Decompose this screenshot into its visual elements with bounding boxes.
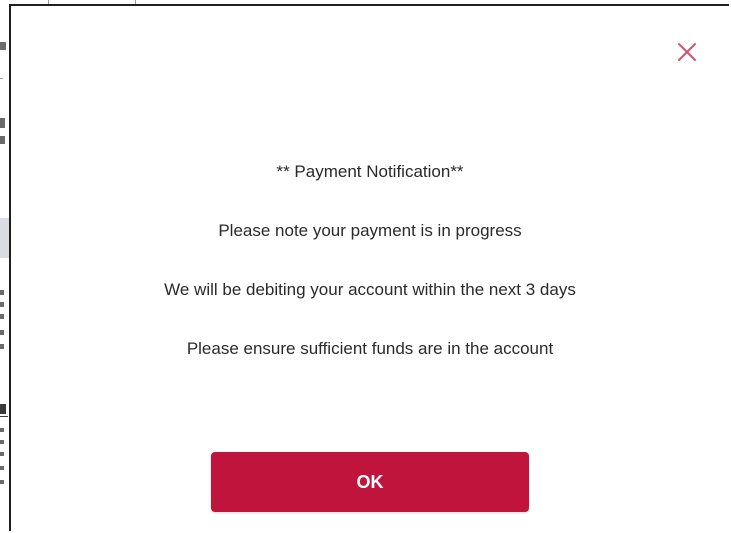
- message-debit-timing: We will be debiting your account within …: [164, 280, 576, 299]
- dialog-title: ** Payment Notification**: [276, 162, 464, 181]
- message-payment-in-progress: Please note your payment is in progress: [218, 221, 522, 240]
- close-icon: [677, 42, 697, 67]
- close-button[interactable]: [675, 42, 699, 66]
- message-sufficient-funds: Please ensure sufficient funds are in th…: [186, 339, 554, 358]
- dialog-body: ** Payment Notification** Please note yo…: [11, 162, 729, 398]
- payment-notification-dialog: ** Payment Notification** Please note yo…: [9, 4, 729, 531]
- ok-button[interactable]: OK: [211, 452, 529, 512]
- page: ** Payment Notification** Please note yo…: [0, 0, 731, 533]
